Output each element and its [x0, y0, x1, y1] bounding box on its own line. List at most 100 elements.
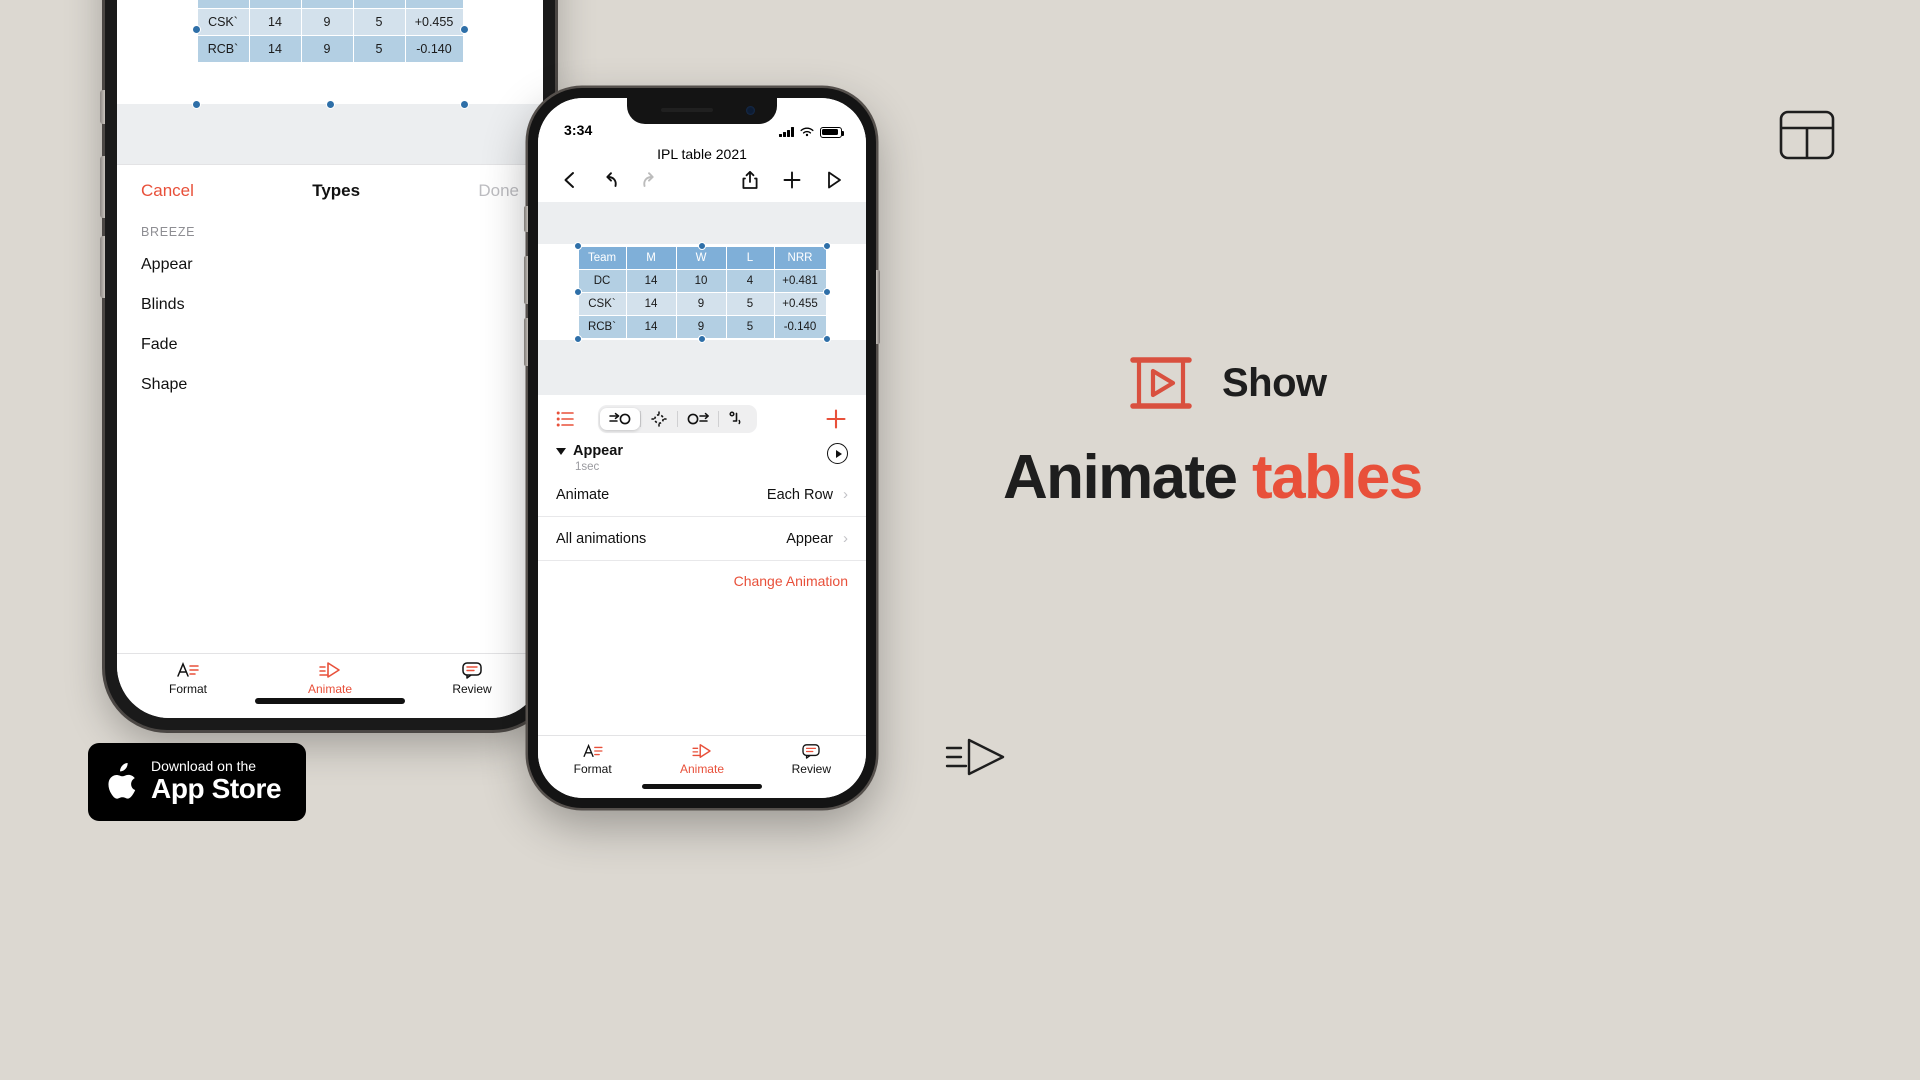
- segment-transition[interactable]: [719, 407, 755, 431]
- table-cell[interactable]: -0.140: [773, 314, 827, 339]
- resize-handle-mid-left[interactable]: [573, 288, 582, 296]
- inspector-option-row[interactable]: All animations Appear ›: [538, 517, 866, 561]
- table-row[interactable]: DC14104+0.481: [196, 0, 464, 9]
- cancel-button[interactable]: Cancel: [141, 181, 194, 201]
- phone-volume-down-button[interactable]: [100, 236, 105, 298]
- animation-group-header[interactable]: Appear: [556, 443, 848, 459]
- resize-handle-mid-right[interactable]: [459, 24, 469, 34]
- right-ipl-table[interactable]: Team M W L NRR DC 14 10 4 +0.481 CSK` 14 9 5 +0.455 RCB…: [577, 245, 827, 339]
- plus-icon[interactable]: [782, 170, 802, 190]
- table-header-cell[interactable]: NRR: [773, 245, 827, 270]
- table-cell[interactable]: +0.481: [773, 268, 827, 293]
- redo-icon[interactable]: [640, 170, 660, 190]
- play-triangle-icon[interactable]: [824, 170, 844, 190]
- segment-build-in[interactable]: [600, 408, 640, 430]
- table-cell[interactable]: 10: [675, 268, 727, 293]
- table-cell[interactable]: 14: [625, 291, 677, 316]
- chevron-left-icon[interactable]: [560, 170, 580, 190]
- table-cell[interactable]: 14: [625, 268, 677, 293]
- change-animation-button[interactable]: Change Animation: [538, 561, 866, 589]
- tab-review[interactable]: Review: [401, 661, 543, 696]
- phone-mute-switch[interactable]: [524, 206, 528, 232]
- table-cell[interactable]: RCB`: [196, 35, 250, 63]
- types-list-item[interactable]: Shape: [117, 365, 543, 405]
- phone-volume-up-button[interactable]: [524, 256, 528, 304]
- done-button[interactable]: Done: [478, 181, 519, 201]
- phone-volume-down-button[interactable]: [524, 318, 528, 366]
- types-list-item[interactable]: Appear: [117, 245, 543, 285]
- table-cell[interactable]: 14: [248, 0, 302, 9]
- types-list-item[interactable]: Blinds: [117, 285, 543, 325]
- right-ipl-table-wrapper[interactable]: Team M W L NRR DC 14 10 4 +0.481 CSK` 14 9 5 +0.455 RCB…: [573, 241, 831, 343]
- segment-build-out[interactable]: [678, 408, 718, 430]
- tab-animate[interactable]: Animate: [647, 743, 756, 776]
- phone-power-button[interactable]: [876, 270, 880, 344]
- table-cell[interactable]: +0.481: [404, 0, 464, 9]
- table-cell[interactable]: 4: [352, 0, 406, 9]
- phone-mute-switch[interactable]: [100, 90, 105, 124]
- table-row[interactable]: CSK` 14 9 5 +0.455: [577, 291, 827, 316]
- resize-handle-bottom-left[interactable]: [573, 334, 582, 343]
- resize-handle-mid-right[interactable]: [822, 288, 831, 296]
- share-icon[interactable]: [740, 170, 760, 190]
- table-cell[interactable]: +0.455: [404, 8, 464, 36]
- resize-handle-mid-left[interactable]: [191, 24, 201, 34]
- phone-volume-up-button[interactable]: [100, 156, 105, 218]
- table-cell[interactable]: 9: [300, 8, 354, 36]
- animation-group-appear[interactable]: Appear 1sec: [538, 441, 866, 473]
- tab-format[interactable]: Format: [538, 743, 647, 776]
- add-animation-button[interactable]: [824, 407, 848, 431]
- right-slide-canvas[interactable]: Team M W L NRR DC 14 10 4 +0.481 CSK` 14 9 5 +0.455 RCB…: [538, 202, 866, 395]
- table-cell[interactable]: RCB`: [577, 314, 627, 339]
- table-cell[interactable]: 5: [725, 291, 775, 316]
- table-row[interactable]: DC14104+0.481: [577, 268, 827, 293]
- table-cell[interactable]: 5: [725, 314, 775, 339]
- resize-handle-bottom-right[interactable]: [822, 334, 831, 343]
- table-cell[interactable]: +0.455: [773, 291, 827, 316]
- table-cell[interactable]: 10: [300, 0, 354, 9]
- table-header-cell[interactable]: Team: [577, 245, 627, 270]
- tab-format[interactable]: Format: [117, 661, 259, 696]
- resize-handle-bottom-left[interactable]: [191, 100, 201, 109]
- table-header-cell[interactable]: M: [625, 245, 677, 270]
- undo-icon[interactable]: [600, 170, 620, 190]
- left-ipl-table-wrapper[interactable]: TeamMWLNRRDC14104+0.481CSK`1495+0.455RCB…: [191, 0, 469, 109]
- table-cell[interactable]: DC: [577, 268, 627, 293]
- table-cell[interactable]: -0.140: [404, 35, 464, 63]
- table-cell[interactable]: 14: [248, 8, 302, 36]
- chevron-right-icon[interactable]: ›: [843, 530, 848, 547]
- resize-handle-bottom-center[interactable]: [698, 334, 706, 343]
- table-cell[interactable]: CSK`: [196, 8, 250, 36]
- app-store-badge[interactable]: Download on the App Store: [88, 743, 306, 821]
- table-cell[interactable]: 14: [248, 35, 302, 63]
- tab-review[interactable]: Review: [757, 743, 866, 776]
- left-slide-canvas[interactable]: TeamMWLNRRDC14104+0.481CSK`1495+0.455RCB…: [117, 0, 543, 164]
- table-cell[interactable]: DC: [196, 0, 250, 9]
- bullet-list-icon[interactable]: [556, 410, 576, 428]
- table-row[interactable]: RCB` 14 9 5 -0.140: [196, 35, 464, 63]
- resize-handle-bottom-center[interactable]: [325, 100, 335, 109]
- table-cell[interactable]: 5: [352, 8, 406, 36]
- resize-handle-bottom-right[interactable]: [459, 100, 469, 109]
- types-list-item[interactable]: Fade: [117, 325, 543, 365]
- disclosure-triangle-icon[interactable]: [556, 447, 566, 455]
- chevron-right-icon[interactable]: ›: [843, 486, 848, 503]
- segment-action[interactable]: [641, 407, 677, 431]
- table-cell[interactable]: 4: [725, 268, 775, 293]
- table-header-cell[interactable]: L: [725, 245, 775, 270]
- tab-animate[interactable]: Animate: [259, 661, 401, 696]
- table-cell[interactable]: CSK`: [577, 291, 627, 316]
- resize-handle-top-right[interactable]: [822, 241, 831, 250]
- table-cell[interactable]: 9: [300, 35, 354, 63]
- table-cell[interactable]: 5: [352, 35, 406, 63]
- animation-phase-segmented-control[interactable]: [598, 405, 757, 433]
- resize-handle-top-left[interactable]: [573, 241, 582, 250]
- left-ipl-table[interactable]: TeamMWLNRRDC14104+0.481CSK`1495+0.455RCB…: [196, 0, 464, 63]
- table-row[interactable]: CSK` 14 9 5 +0.455: [196, 8, 464, 36]
- table-cell[interactable]: 9: [675, 291, 727, 316]
- play-circle-icon[interactable]: [827, 443, 848, 464]
- inspector-option-row[interactable]: Animate Each Row ›: [538, 473, 866, 517]
- table-cell[interactable]: 14: [625, 314, 677, 339]
- types-list[interactable]: Appear Blinds Fade Shape: [117, 245, 543, 420]
- resize-handle-top-center[interactable]: [698, 241, 706, 250]
